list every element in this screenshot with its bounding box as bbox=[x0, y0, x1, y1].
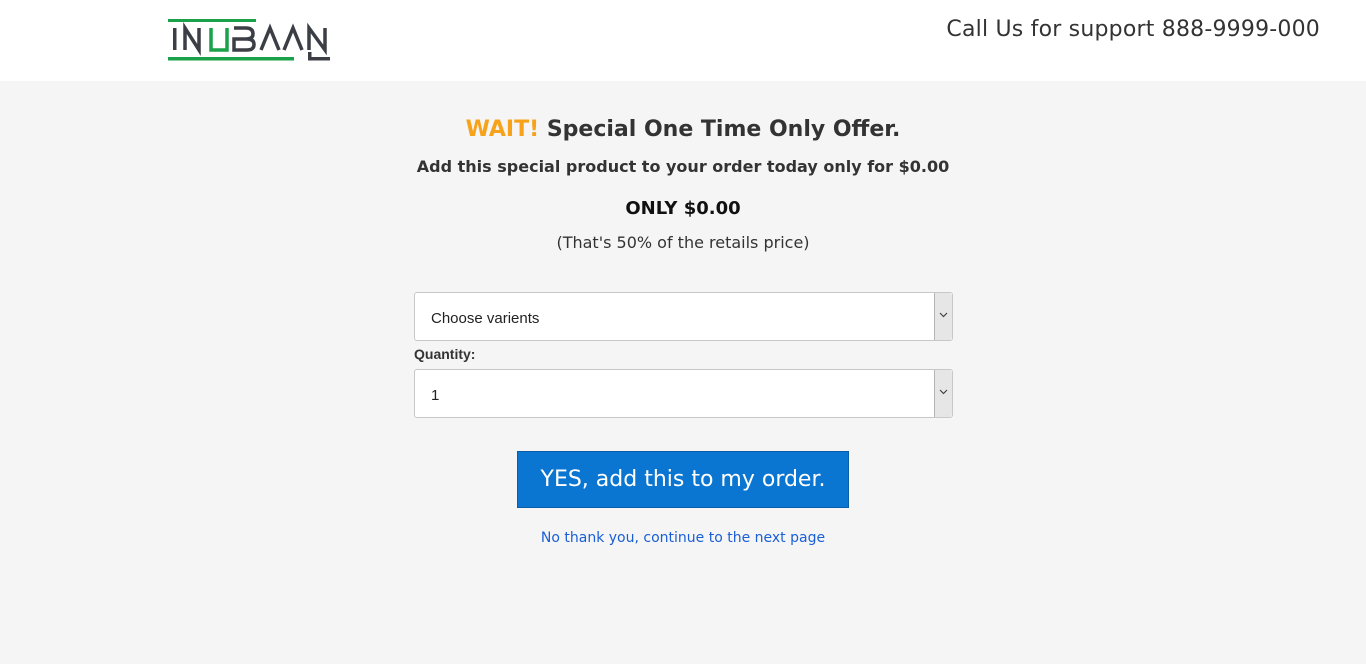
quantity-select[interactable]: 1 bbox=[414, 369, 953, 418]
headline-text: Special One Time Only Offer. bbox=[546, 117, 901, 142]
support-phone-text: Call Us for support 888-9999-000 bbox=[946, 17, 1320, 42]
offer-price: ONLY $0.00 bbox=[625, 198, 741, 219]
chevron-down-icon[interactable] bbox=[934, 293, 952, 340]
offer-section: WAIT! Special One Time Only Offer. Add t… bbox=[0, 81, 1366, 664]
retail-price-note: (That's 50% of the retails price) bbox=[556, 233, 810, 252]
chevron-down-icon[interactable] bbox=[934, 370, 952, 417]
add-to-order-button[interactable]: YES, add this to my order. bbox=[517, 451, 849, 508]
inubaan-logo[interactable] bbox=[168, 19, 333, 63]
quantity-label: Quantity: bbox=[414, 346, 476, 362]
offer-subline: Add this special product to your order t… bbox=[416, 157, 950, 176]
variants-select[interactable]: Choose varients bbox=[414, 292, 953, 341]
decline-offer-link[interactable]: No thank you, continue to the next page bbox=[0, 530, 1366, 546]
page-header: Call Us for support 888-9999-000 bbox=[0, 0, 1366, 81]
variants-select-value: Choose varients bbox=[431, 310, 540, 327]
quantity-select-value: 1 bbox=[431, 387, 440, 404]
wait-text: WAIT! bbox=[465, 117, 540, 142]
offer-headline: WAIT! Special One Time Only Offer. bbox=[0, 117, 1366, 142]
